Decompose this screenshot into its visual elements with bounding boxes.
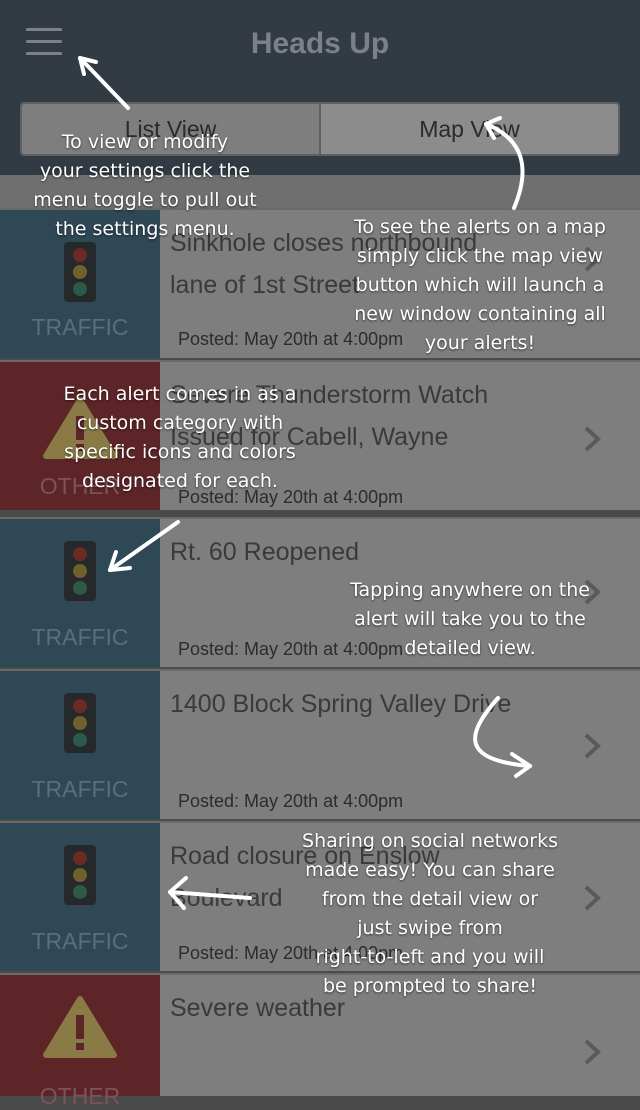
category-label: TRAFFIC (31, 928, 129, 954)
traffic-light-icon (64, 242, 96, 302)
alert-title: 1400 Block Spring Valley Drive (170, 690, 512, 718)
traffic-light-icon (64, 541, 96, 601)
category-other: OTHER (0, 975, 160, 1109)
category-label: TRAFFIC (31, 776, 129, 802)
tap-tutorial-note: Tapping anywhere on the alert will take y… (350, 579, 590, 659)
settings-tutorial-note: To view or modify your settings click the… (33, 131, 257, 240)
map-view-button[interactable]: Map View (321, 104, 618, 154)
category-label: TRAFFIC (31, 314, 129, 340)
traffic-light-icon (64, 845, 96, 905)
share-tutorial-note: Sharing on social networks made easy! You… (302, 830, 558, 997)
category-traffic: TRAFFIC (0, 823, 160, 971)
chevron-right-icon (584, 1039, 601, 1065)
alert-title: Rt. 60 Reopened (170, 538, 360, 566)
page-title: Heads Up (250, 27, 390, 60)
warning-icon (43, 996, 117, 1058)
category-label: TRAFFIC (31, 624, 129, 650)
category-traffic: TRAFFIC (0, 671, 160, 819)
traffic-light-icon (64, 693, 96, 753)
category-traffic: TRAFFIC (0, 519, 160, 667)
map-tutorial-note: To see the alerts on a map simply click t… (354, 216, 606, 354)
chevron-right-icon (584, 426, 601, 452)
category-tutorial-note: Each alert comes in as a custom category … (63, 383, 297, 492)
alert-row[interactable]: TRAFFIC 1400 Block Spring Valley Drive P… (0, 669, 640, 819)
chevron-right-icon (584, 733, 601, 759)
category-label: OTHER (39, 1083, 121, 1109)
alert-posted-time: Posted: May 20th at 4:00pm (178, 791, 404, 811)
